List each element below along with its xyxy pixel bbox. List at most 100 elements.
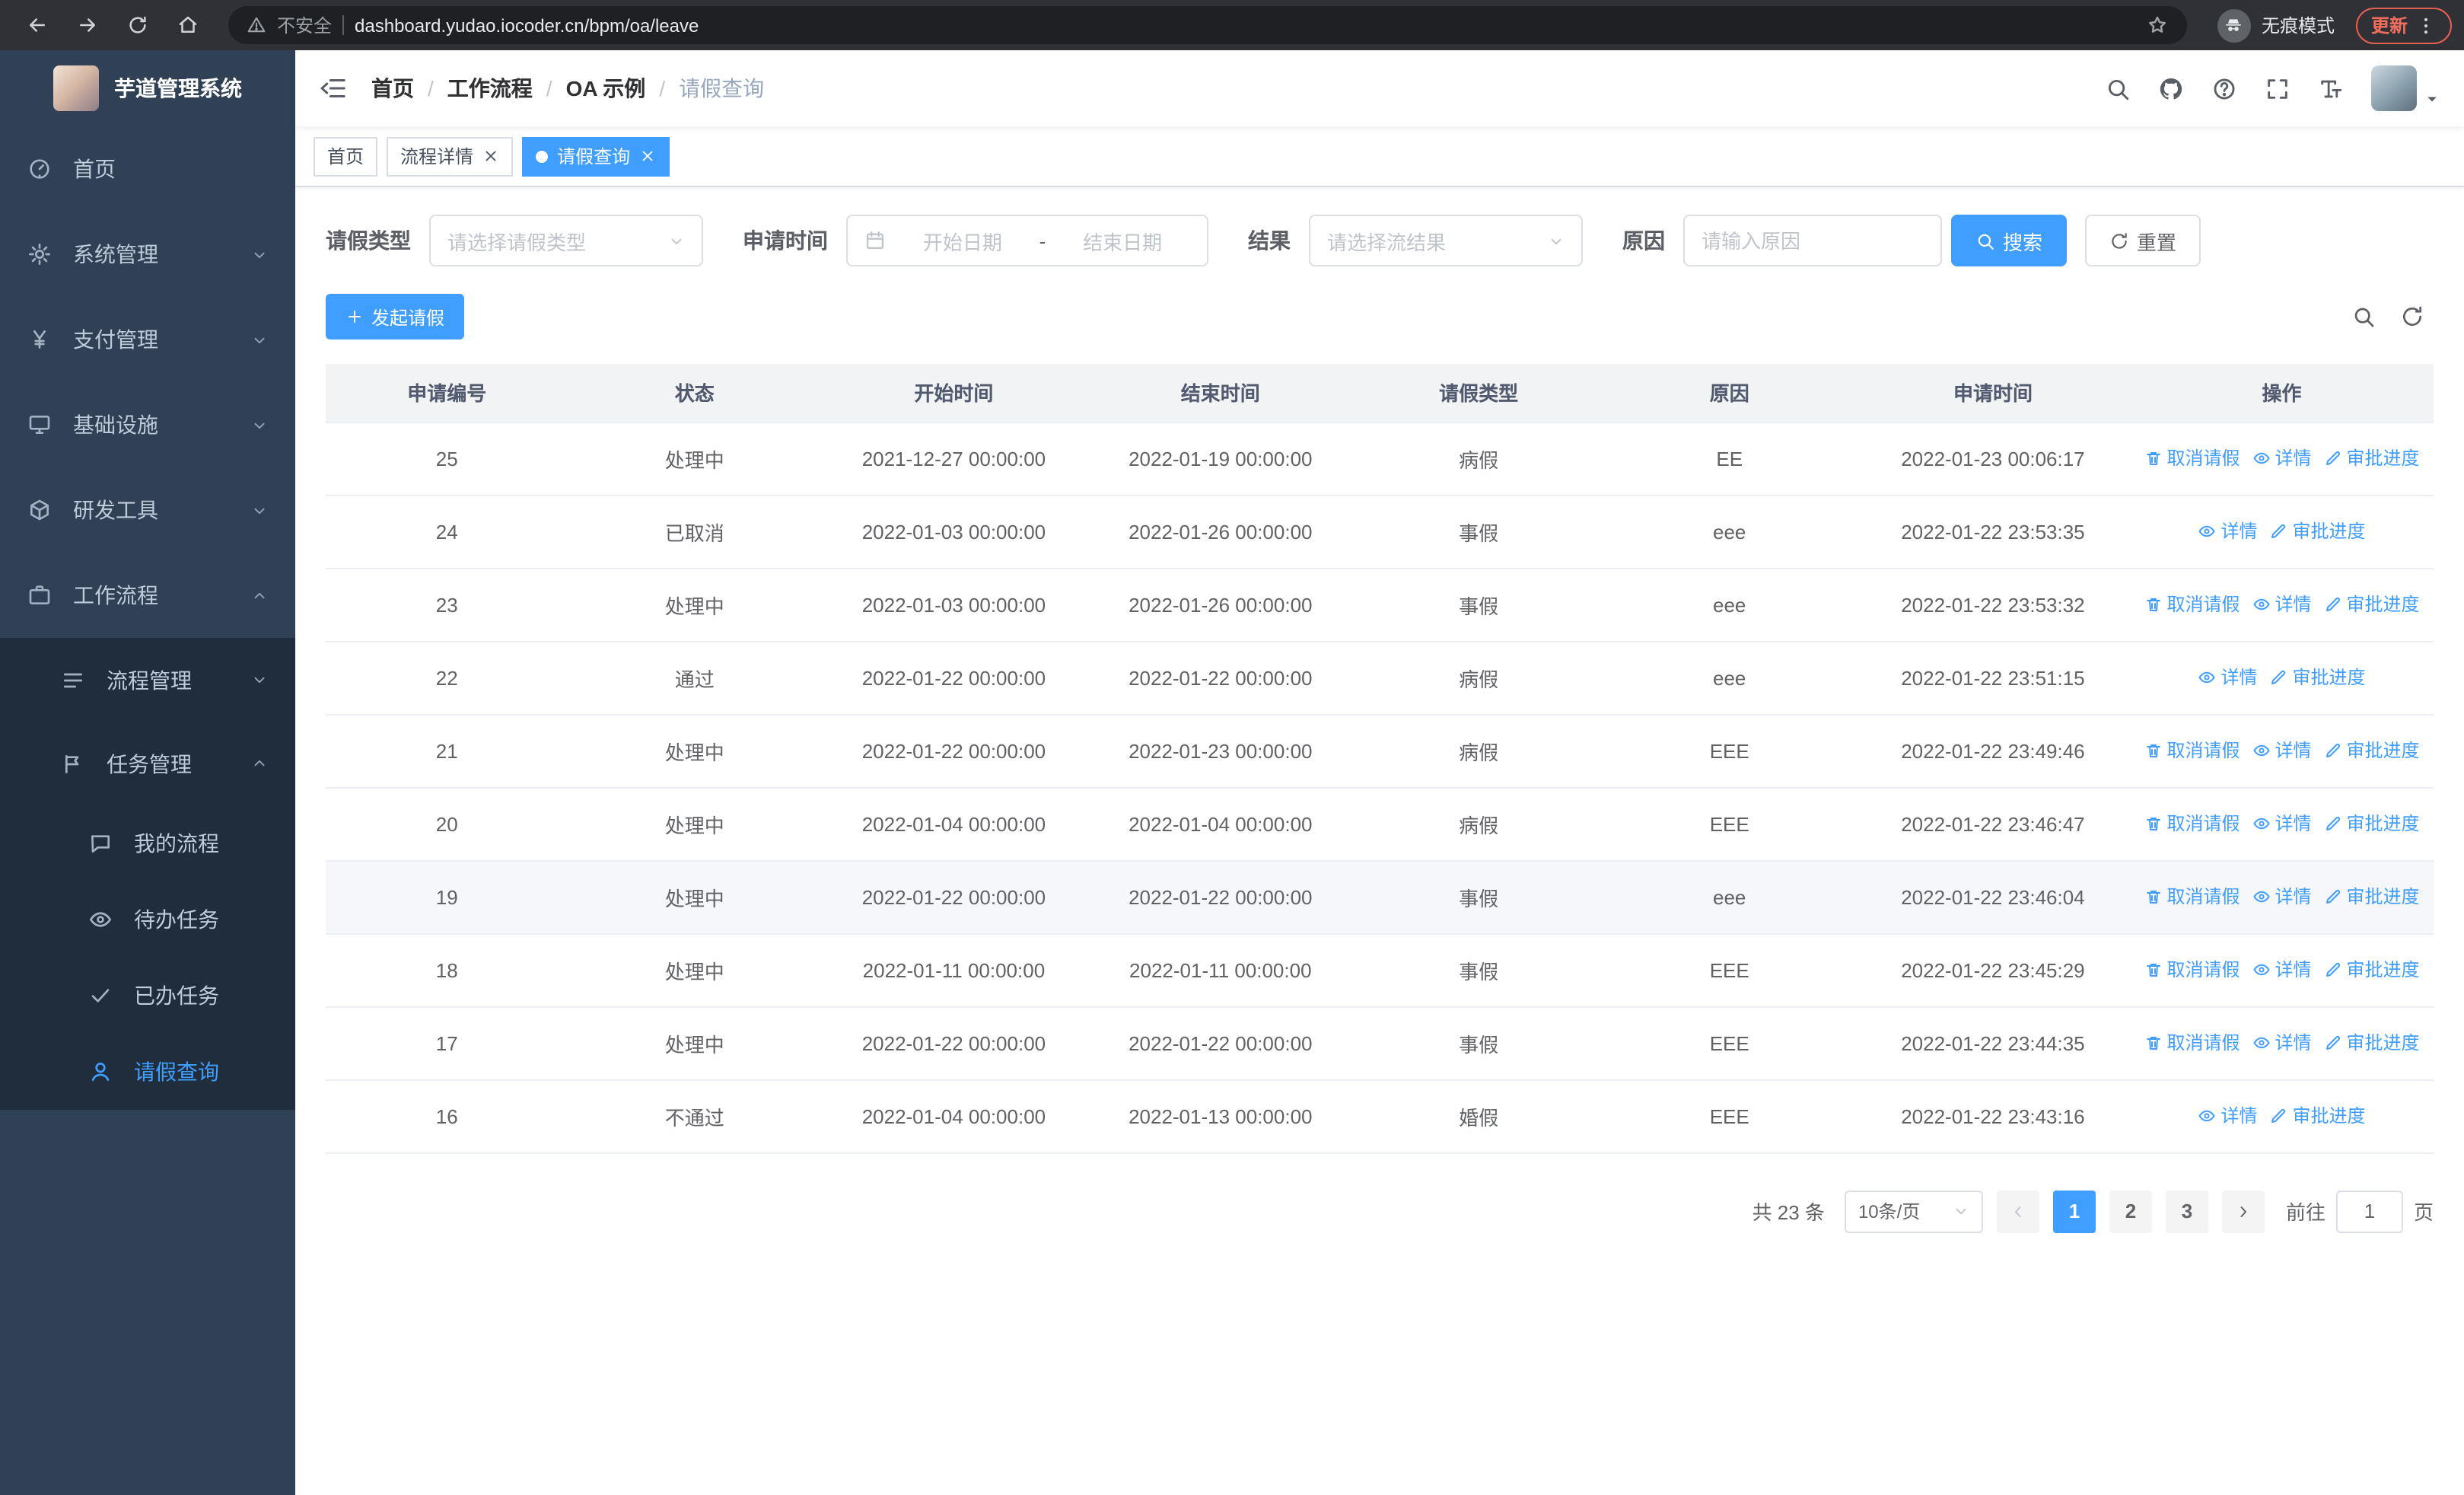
detail-link[interactable]: 详情 <box>2252 957 2312 983</box>
update-button[interactable]: 更新 <box>2355 7 2452 43</box>
sidebar-item-8[interactable]: 我的流程 <box>0 805 295 881</box>
column-header: 结束时间 <box>1086 364 1355 422</box>
sidebar-item-1[interactable]: 系统管理 <box>0 212 295 297</box>
detail-link[interactable]: 详情 <box>2252 445 2312 471</box>
breadcrumb-item-0[interactable]: 首页 <box>371 73 414 104</box>
sidebar-item-11[interactable]: 请假查询 <box>0 1034 295 1110</box>
progress-link[interactable]: 审批进度 <box>2324 1030 2420 1056</box>
sidebar-item-10[interactable]: 已办任务 <box>0 958 295 1034</box>
breadcrumb-item-2[interactable]: OA 示例 <box>566 73 646 104</box>
action-label: 详情 <box>2275 448 2312 470</box>
avatar[interactable] <box>2371 65 2417 111</box>
prev-page-button[interactable] <box>1996 1190 2039 1232</box>
reload-button[interactable] <box>117 5 158 46</box>
detail-link[interactable]: 详情 <box>2198 665 2258 690</box>
sidebar-item-2[interactable]: 支付管理 <box>0 297 295 382</box>
url-text[interactable]: dashboard.yudao.iocoder.cn/bpm/oa/leave <box>355 14 2135 36</box>
page-button-1[interactable]: 1 <box>2052 1190 2096 1232</box>
sidebar-item-0[interactable]: 首页 <box>0 126 295 212</box>
progress-link[interactable]: 审批进度 <box>2324 738 2420 763</box>
result-select[interactable]: 请选择流结果 <box>1309 215 1583 266</box>
eye-icon <box>2252 1034 2270 1052</box>
user-menu[interactable] <box>2371 65 2440 111</box>
detail-link[interactable]: 详情 <box>2198 518 2258 544</box>
sidebar-item-label: 任务管理 <box>107 751 192 776</box>
cancel-link[interactable]: 取消请假 <box>2144 738 2240 763</box>
github-icon[interactable] <box>2158 75 2184 101</box>
page-size-select[interactable]: 10条/页 <box>1844 1190 1983 1232</box>
font-size-icon[interactable] <box>2318 75 2344 101</box>
cancel-link[interactable]: 取消请假 <box>2144 811 2240 837</box>
cancel-link[interactable]: 取消请假 <box>2144 957 2240 983</box>
cancel-link[interactable]: 取消请假 <box>2144 445 2240 471</box>
trash-icon <box>2144 449 2162 467</box>
leave-type-select[interactable]: 请选择请假类型 <box>429 215 703 266</box>
home-button[interactable] <box>167 5 209 46</box>
cell-apply-time: 2022-01-22 23:46:47 <box>1855 787 2130 861</box>
fullscreen-icon[interactable] <box>2265 75 2291 101</box>
goto-page-input[interactable] <box>2335 1190 2403 1232</box>
leave-table: 申请编号 状态 开始时间 结束时间 请假类型 原因 申请时间 操作 25 处理中 2021-12-… <box>326 364 2434 1153</box>
sidebar-item-5[interactable]: 工作流程 <box>0 553 295 638</box>
back-button[interactable] <box>17 5 58 46</box>
tab-close-icon[interactable] <box>482 148 499 164</box>
address-bar[interactable]: 不安全 dashboard.yudao.iocoder.cn/bpm/oa/le… <box>228 6 2187 44</box>
toggle-search-icon[interactable] <box>2351 304 2376 329</box>
breadcrumb-item-1[interactable]: 工作流程 <box>447 73 533 104</box>
cell-apply-id: 17 <box>326 1006 568 1080</box>
search-button[interactable]: 搜索 <box>1951 215 2068 266</box>
page-button-2[interactable]: 2 <box>2109 1190 2152 1232</box>
search-icon[interactable] <box>2105 75 2131 101</box>
tab-2[interactable]: 请假查询 <box>522 136 670 176</box>
sidebar-item-label: 待办任务 <box>134 907 219 932</box>
bookmark-star-icon[interactable] <box>2146 14 2169 37</box>
detail-link[interactable]: 详情 <box>2252 1030 2312 1056</box>
progress-link[interactable]: 审批进度 <box>2324 811 2420 837</box>
sidebar-item-9[interactable]: 待办任务 <box>0 881 295 958</box>
cancel-link[interactable]: 取消请假 <box>2144 884 2240 910</box>
date-range-picker[interactable]: 开始日期 - 结束日期 <box>846 215 1208 266</box>
detail-link[interactable]: 详情 <box>2252 884 2312 910</box>
trash-icon <box>2144 741 2162 760</box>
refresh-table-icon[interactable] <box>2400 304 2424 329</box>
table-header-row: 申请编号 状态 开始时间 结束时间 请假类型 原因 申请时间 操作 <box>326 364 2434 422</box>
detail-link[interactable]: 详情 <box>2252 738 2312 763</box>
sidebar-item-3[interactable]: 基础设施 <box>0 382 295 467</box>
detail-link[interactable]: 详情 <box>2252 591 2312 617</box>
next-page-button[interactable] <box>2221 1190 2265 1232</box>
reset-button[interactable]: 重置 <box>2085 215 2201 266</box>
progress-link[interactable]: 审批进度 <box>2324 591 2420 617</box>
security-label[interactable]: 不安全 <box>277 12 332 38</box>
collapse-sidebar-button[interactable] <box>295 50 371 126</box>
progress-link[interactable]: 审批进度 <box>2270 665 2366 690</box>
forward-button[interactable] <box>67 5 108 46</box>
browser-menu-icon[interactable] <box>2415 14 2437 36</box>
question-icon[interactable] <box>2211 75 2237 101</box>
progress-link[interactable]: 审批进度 <box>2324 445 2420 471</box>
progress-link[interactable]: 审批进度 <box>2324 957 2420 983</box>
tab-1[interactable]: 流程详情 <box>387 136 514 176</box>
browser-chrome: 不安全 dashboard.yudao.iocoder.cn/bpm/oa/le… <box>0 0 2464 50</box>
sidebar-item-4[interactable]: 研发工具 <box>0 467 295 553</box>
cell-actions: 取消请假 详情 审批进度 <box>2130 860 2434 934</box>
reason-input[interactable] <box>1683 215 1942 266</box>
table-row: 25 处理中 2021-12-27 00:00:00 2022-01-19 00:00… <box>326 422 2434 496</box>
active-tab-dot <box>536 150 549 162</box>
progress-link[interactable]: 审批进度 <box>2324 884 2420 910</box>
create-leave-button[interactable]: 发起请假 <box>326 294 465 339</box>
cancel-link[interactable]: 取消请假 <box>2144 1030 2240 1056</box>
sidebar-item-6[interactable]: 流程管理 <box>0 638 295 722</box>
progress-link[interactable]: 审批进度 <box>2270 1103 2366 1129</box>
progress-link[interactable]: 审批进度 <box>2270 518 2366 544</box>
tab-0[interactable]: 首页 <box>314 136 378 176</box>
total-count: 共 23 条 <box>1752 1201 1825 1224</box>
sidebar-logo[interactable]: 芋道管理系统 <box>0 50 295 126</box>
cell-status: 处理中 <box>568 933 821 1007</box>
detail-link[interactable]: 详情 <box>2252 811 2312 837</box>
cancel-link[interactable]: 取消请假 <box>2144 591 2240 617</box>
action-label: 审批进度 <box>2346 740 2420 762</box>
tab-close-icon[interactable] <box>639 148 656 164</box>
page-button-3[interactable]: 3 <box>2165 1190 2208 1232</box>
sidebar-item-7[interactable]: 任务管理 <box>0 722 295 805</box>
detail-link[interactable]: 详情 <box>2198 1103 2258 1129</box>
